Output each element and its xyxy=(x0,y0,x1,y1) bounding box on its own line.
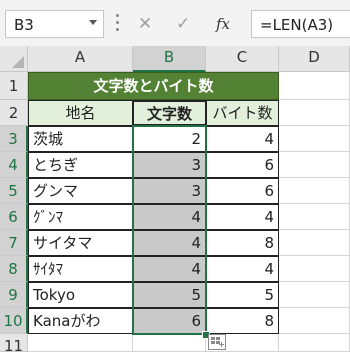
column-header-d[interactable]: D xyxy=(279,46,350,72)
cell-a3[interactable]: 茨城 xyxy=(28,126,133,152)
formula-input[interactable]: =LEN(A3) xyxy=(251,10,350,38)
cell-d2[interactable] xyxy=(279,100,350,126)
cell-d9[interactable] xyxy=(279,282,350,308)
cell-d4[interactable] xyxy=(279,152,350,178)
cell-a10[interactable]: Kanaがわ xyxy=(28,308,133,334)
formula-bar: B3 ✕ ✓ fx =LEN(A3) xyxy=(0,0,350,46)
cell-d7[interactable] xyxy=(279,230,350,256)
cell-a5[interactable]: グンマ xyxy=(28,178,133,204)
cell-b6[interactable]: 4 xyxy=(133,204,206,230)
row-header-11[interactable]: 11 xyxy=(0,334,28,352)
cell-d1[interactable] xyxy=(279,72,350,100)
row-header-2[interactable]: 2 xyxy=(0,100,28,126)
cell-c5[interactable]: 6 xyxy=(206,178,279,204)
cell-a7[interactable]: サイタマ xyxy=(28,230,133,256)
cell-d8[interactable] xyxy=(279,256,350,282)
cell-b5[interactable]: 3 xyxy=(133,178,206,204)
cell-d6[interactable] xyxy=(279,204,350,230)
row-header-7[interactable]: 7 xyxy=(0,230,28,256)
column-header-b[interactable]: B xyxy=(133,46,206,72)
select-all-corner[interactable] xyxy=(0,46,28,72)
cell-b10[interactable]: 6 xyxy=(133,308,206,334)
header-byte-count[interactable]: バイト数 xyxy=(206,100,279,126)
table-title[interactable]: 文字数とバイト数 xyxy=(28,72,279,100)
row-header-1[interactable]: 1 xyxy=(0,72,28,100)
cell-d5[interactable] xyxy=(279,178,350,204)
cell-b9[interactable]: 5 xyxy=(133,282,206,308)
header-place-name[interactable]: 地名 xyxy=(28,100,133,126)
row-header-3[interactable]: 3 xyxy=(0,126,28,152)
quick-analysis-icon[interactable] xyxy=(208,334,226,350)
chevron-down-icon[interactable] xyxy=(89,20,97,25)
resize-handle-icon[interactable] xyxy=(116,14,119,34)
row-header-6[interactable]: 6 xyxy=(0,204,28,230)
column-header-a[interactable]: A xyxy=(28,46,133,72)
cell-a4[interactable]: とちぎ xyxy=(28,152,133,178)
cell-c4[interactable]: 6 xyxy=(206,152,279,178)
select-all-icon xyxy=(12,56,24,68)
cell-b4[interactable]: 3 xyxy=(133,152,206,178)
cell-a11[interactable] xyxy=(28,334,133,352)
cell-c6[interactable]: 4 xyxy=(206,204,279,230)
header-char-count[interactable]: 文字数 xyxy=(132,100,207,126)
name-box-value: B3 xyxy=(14,16,34,34)
cancel-icon[interactable]: ✕ xyxy=(138,14,152,34)
cell-b8[interactable]: 4 xyxy=(133,256,206,282)
cell-a8[interactable]: ｻｲﾀﾏ xyxy=(28,256,133,282)
cell-c3[interactable]: 4 xyxy=(206,126,279,152)
cell-b3[interactable]: 2 xyxy=(133,126,206,152)
row-header-10[interactable]: 10 xyxy=(0,308,28,334)
formula-buttons: ✕ ✓ fx xyxy=(128,10,244,38)
row-header-4[interactable]: 4 xyxy=(0,152,28,178)
cell-d10[interactable] xyxy=(279,308,350,334)
cell-c10[interactable]: 8 xyxy=(206,308,279,334)
name-box[interactable]: B3 xyxy=(5,10,104,38)
row-header-9[interactable]: 9 xyxy=(0,282,28,308)
cell-a9[interactable]: Tokyo xyxy=(28,282,133,308)
cell-d11[interactable] xyxy=(279,334,350,352)
row-header-5[interactable]: 5 xyxy=(0,178,28,204)
enter-icon[interactable]: ✓ xyxy=(176,14,190,34)
column-header-c[interactable]: C xyxy=(206,46,279,72)
insert-function-icon[interactable]: fx xyxy=(216,15,230,33)
cell-c9[interactable]: 5 xyxy=(206,282,279,308)
cell-d3[interactable] xyxy=(279,126,350,152)
cell-a6[interactable]: ｸﾞﾝﾏ xyxy=(28,204,133,230)
cell-b11[interactable] xyxy=(133,334,206,352)
cell-b7[interactable]: 4 xyxy=(133,230,206,256)
cell-c7[interactable]: 8 xyxy=(206,230,279,256)
row-header-8[interactable]: 8 xyxy=(0,256,28,282)
cell-c8[interactable]: 4 xyxy=(206,256,279,282)
formula-value: =LEN(A3) xyxy=(260,16,334,34)
